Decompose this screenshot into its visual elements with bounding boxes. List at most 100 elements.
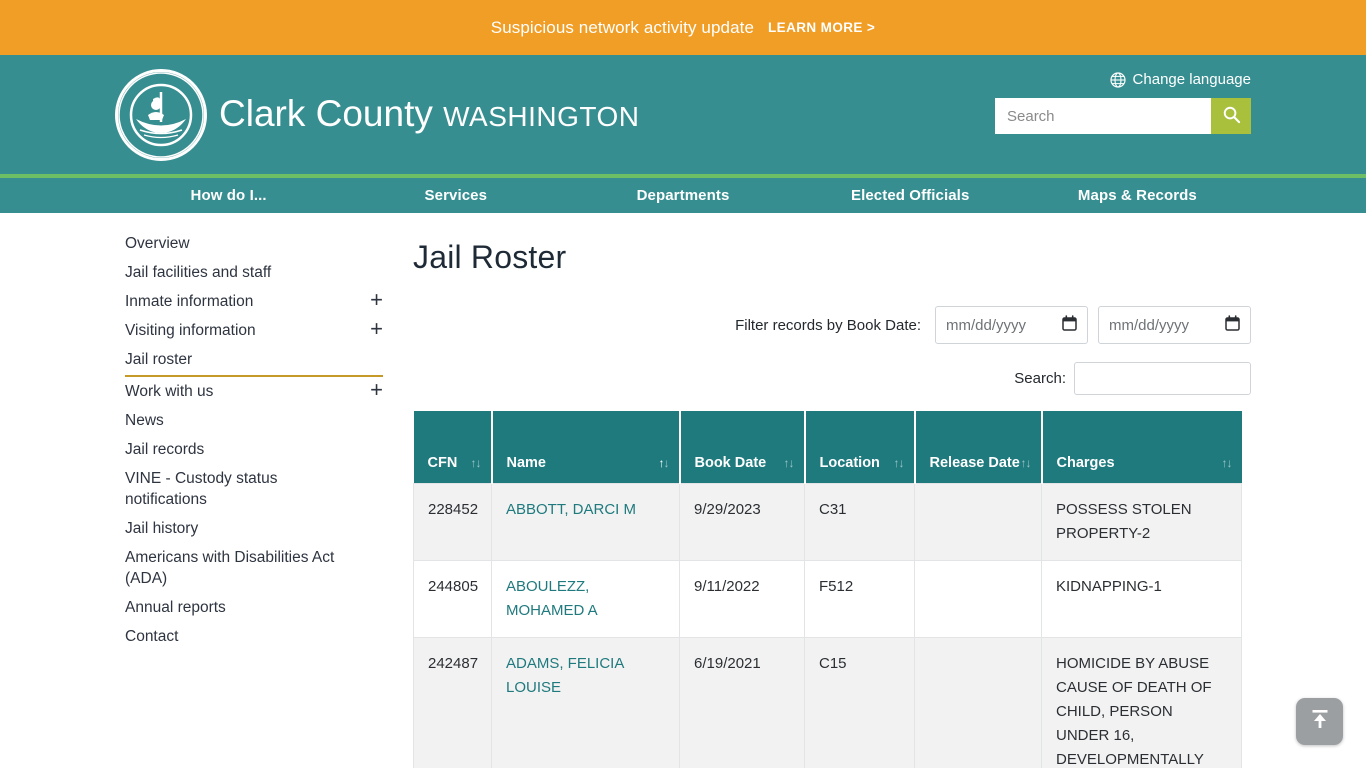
sidebar-item-contact[interactable]: Contact [125,622,383,651]
nav-item-how-do-i[interactable]: How do I... [115,178,342,213]
column-header-location[interactable]: Location ↑↓ [805,411,915,483]
sidebar-item-news[interactable]: News [125,406,383,435]
inmate-detail-link[interactable]: ADAMS, FELICIA LOUISE [506,655,624,696]
county-seal-icon [115,69,207,161]
cell-release-date [915,483,1042,560]
sidebar-item-annual-reports[interactable]: Annual reports [125,593,383,622]
site-header: Clark County WASHINGTON Change language [0,55,1366,178]
table-header: CFN ↑↓ Name ↑↓ Book Date ↑↓ Location ↑↓ [414,411,1242,483]
back-to-top-button[interactable] [1296,698,1343,745]
cell-cfn: 242487 [414,637,492,768]
table-search-input[interactable] [1074,362,1251,395]
alert-learn-more-link[interactable]: LEARN MORE > [768,20,875,35]
inmate-detail-link[interactable]: ABOULEZZ, MOHAMED A [506,578,598,619]
brand-secondary: WASHINGTON [443,101,639,132]
jail-roster-table: CFN ↑↓ Name ↑↓ Book Date ↑↓ Location ↑↓ [413,411,1242,768]
site-brand-link[interactable]: Clark County WASHINGTON [115,69,639,161]
cell-charges: KIDNAPPING-1 [1042,560,1242,637]
sidebar-item-label: Jail facilities and staff [125,262,271,283]
cell-cfn: 244805 [414,560,492,637]
page-body: Overview Jail facilities and staff Inmat… [115,213,1251,768]
cell-release-date [915,637,1042,768]
alert-message: Suspicious network activity update [491,18,754,38]
book-date-end-placeholder: mm/dd/yyyy [1109,317,1189,334]
search-input[interactable] [995,98,1211,134]
sidebar-item-label: VINE - Custody status notifications [125,468,351,510]
sidebar-item-label: Jail roster [125,349,192,370]
sidebar-item-jail-history[interactable]: Jail history [125,514,383,543]
cell-name: ABBOTT, DARCI M [492,483,680,560]
site-search [995,98,1251,134]
globe-icon [1110,72,1126,88]
cell-book-date: 9/29/2023 [680,483,805,560]
expand-plus-icon[interactable]: + [370,379,383,400]
sidebar-item-label: News [125,410,164,431]
nav-item-departments[interactable]: Departments [569,178,796,213]
cell-charges: HOMICIDE BY ABUSE CAUSE OF DEATH OF CHIL… [1042,637,1242,768]
column-header-name[interactable]: Name ↑↓ [492,411,680,483]
column-header-cfn[interactable]: CFN ↑↓ [414,411,492,483]
book-date-filter-row: Filter records by Book Date: mm/dd/yyyy … [413,306,1251,344]
book-date-end-input[interactable]: mm/dd/yyyy [1098,306,1251,344]
sort-toggle-icon[interactable]: ↑↓ [1021,456,1031,470]
search-icon [1222,105,1241,127]
cell-location: C15 [805,637,915,768]
cell-book-date: 9/11/2022 [680,560,805,637]
sidebar-item-inmate-information[interactable]: Inmate information + [125,287,383,316]
column-label: Location [820,455,880,471]
sort-toggle-icon[interactable]: ↑↓ [1222,456,1232,470]
page-title: Jail Roster [413,239,1251,276]
cell-book-date: 6/19/2021 [680,637,805,768]
brand-primary: Clark County [219,93,433,134]
section-main-content: Jail Roster Filter records by Book Date:… [383,229,1251,768]
sidebar-item-jail-roster[interactable]: Jail roster [125,345,383,377]
sidebar-item-americans-with-disabilities-act[interactable]: Americans with Disabilities Act (ADA) [125,543,383,593]
sidebar-item-overview[interactable]: Overview [125,229,383,258]
cell-charges: POSSESS STOLEN PROPERTY-2 [1042,483,1242,560]
main-navigation: How do I... Services Departments Elected… [0,178,1366,213]
change-language-link[interactable]: Change language [1110,71,1251,88]
table-row: 242487 ADAMS, FELICIA LOUISE 6/19/2021 C… [414,637,1242,768]
header-utilities: Change language [989,71,1251,134]
sidebar-item-vine-custody-status-notifications[interactable]: VINE - Custody status notifications [125,464,383,514]
nav-item-services[interactable]: Services [342,178,569,213]
nav-item-maps-records[interactable]: Maps & Records [1024,178,1251,213]
sidebar-item-jail-records[interactable]: Jail records [125,435,383,464]
sort-toggle-icon[interactable]: ↑↓ [659,456,669,470]
book-date-start-input[interactable]: mm/dd/yyyy [935,306,1088,344]
book-date-start-placeholder: mm/dd/yyyy [946,317,1026,334]
calendar-icon[interactable] [1225,315,1240,335]
column-header-book-date[interactable]: Book Date ↑↓ [680,411,805,483]
calendar-icon[interactable] [1062,315,1077,335]
table-body: 228452 ABBOTT, DARCI M 9/29/2023 C31 POS… [414,483,1242,768]
sidebar-item-jail-facilities-and-staff[interactable]: Jail facilities and staff [125,258,383,287]
cell-name: ADAMS, FELICIA LOUISE [492,637,680,768]
table-row: 244805 ABOULEZZ, MOHAMED A 9/11/2022 F51… [414,560,1242,637]
column-label: Name [507,455,547,471]
brand-title: Clark County WASHINGTON [219,95,639,136]
change-language-label: Change language [1133,71,1251,88]
expand-plus-icon[interactable]: + [370,318,383,339]
nav-item-elected-officials[interactable]: Elected Officials [797,178,1024,213]
column-label: Charges [1057,455,1115,471]
column-header-release-date[interactable]: Release Date ↑↓ [915,411,1042,483]
inmate-detail-link[interactable]: ABBOTT, DARCI M [506,501,636,518]
cell-name: ABOULEZZ, MOHAMED A [492,560,680,637]
sidebar-item-visiting-information[interactable]: Visiting information + [125,316,383,345]
expand-plus-icon[interactable]: + [370,289,383,310]
section-sidebar: Overview Jail facilities and staff Inmat… [115,229,383,768]
column-label: CFN [428,455,458,471]
sidebar-item-label: Annual reports [125,597,226,618]
column-header-charges[interactable]: Charges ↑↓ [1042,411,1242,483]
cell-release-date [915,560,1042,637]
sidebar-item-label: Work with us [125,381,213,402]
sidebar-item-work-with-us[interactable]: Work with us + [125,377,383,406]
sort-toggle-icon[interactable]: ↑↓ [471,456,481,470]
book-date-filter-label: Filter records by Book Date: [735,317,921,334]
sidebar-item-label: Visiting information [125,320,256,341]
sort-toggle-icon[interactable]: ↑↓ [894,456,904,470]
search-submit-button[interactable] [1211,98,1251,134]
table-row: 228452 ABBOTT, DARCI M 9/29/2023 C31 POS… [414,483,1242,560]
sidebar-item-label: Overview [125,233,190,254]
sort-toggle-icon[interactable]: ↑↓ [784,456,794,470]
